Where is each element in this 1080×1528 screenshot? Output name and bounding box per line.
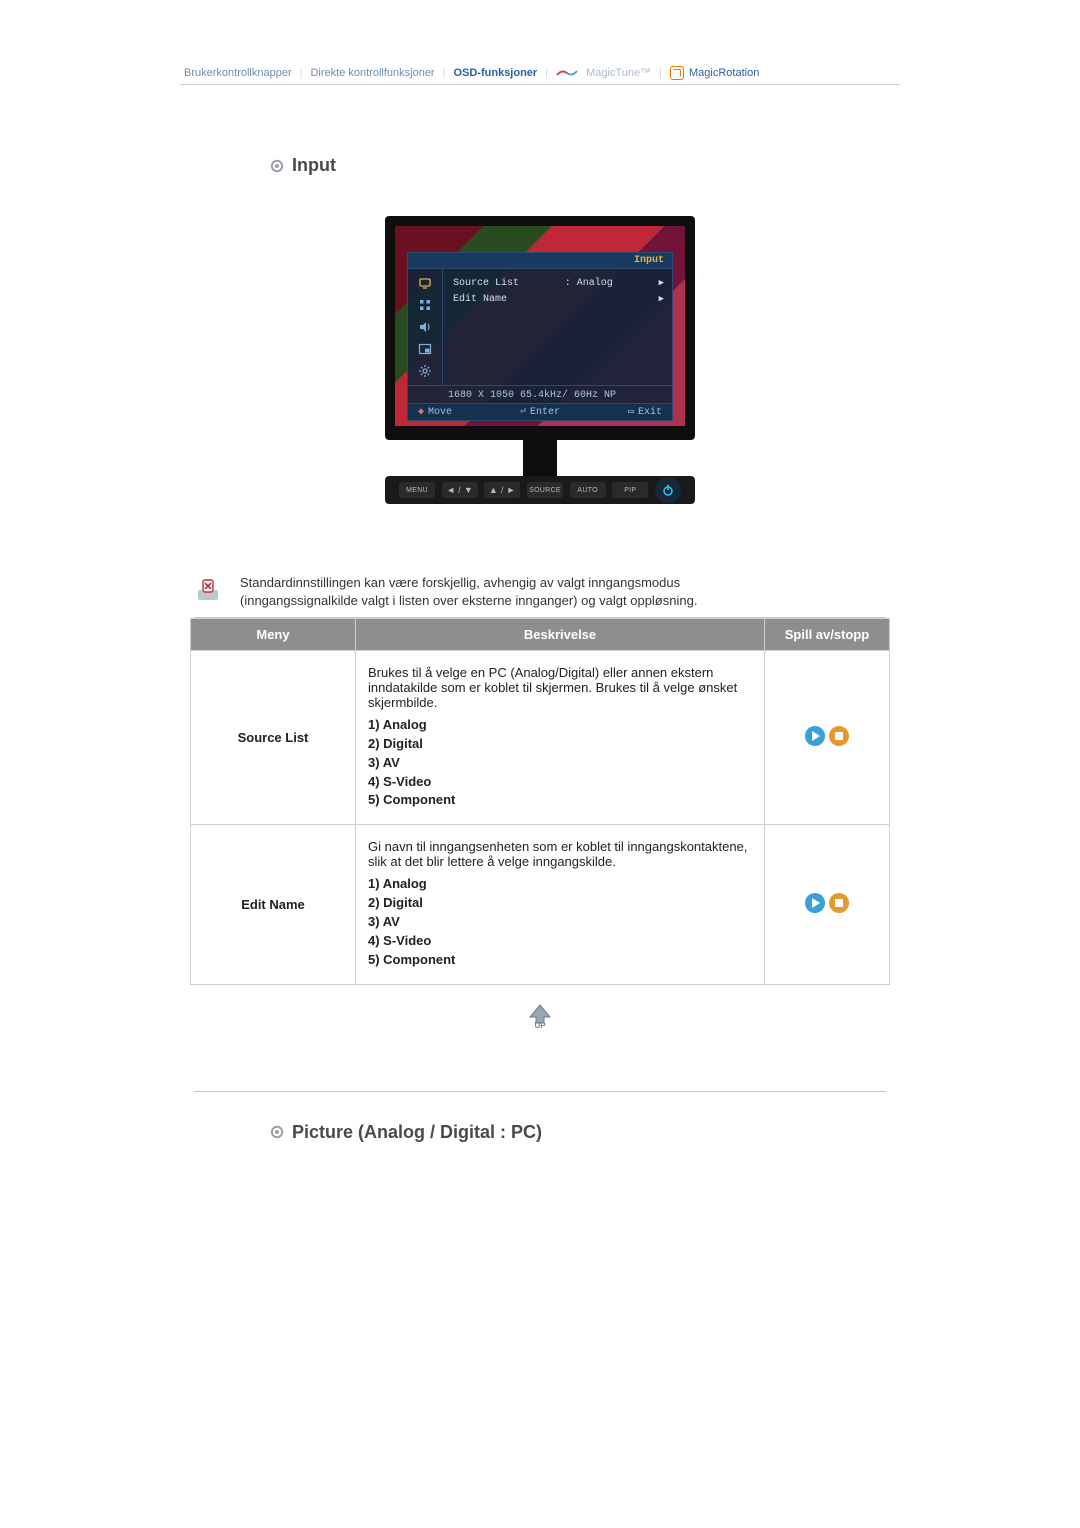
up-arrow-icon[interactable]: UP <box>520 1003 560 1031</box>
osd-footer-enter: Enter <box>530 407 560 418</box>
note-line2: (inngangssignalkilde valgt i listen over… <box>240 593 697 608</box>
osd-icon-sound <box>417 319 433 335</box>
monitor-btn-pip[interactable]: PIP <box>612 482 648 498</box>
note-line1: Standardinnstillingen kan være forskjell… <box>240 575 680 590</box>
power-icon <box>661 483 675 497</box>
stop-button[interactable] <box>828 725 850 747</box>
play-button[interactable] <box>804 892 826 914</box>
osd-footer-move: Move <box>428 407 452 418</box>
osd-icon-setup <box>417 363 433 379</box>
row-description: Brukes til å velge en PC (Analog/Digital… <box>356 651 765 825</box>
tab-direct-controls[interactable]: Direkte kontrollfunksjoner <box>310 67 434 79</box>
tab-user-controls[interactable]: Brukerkontrollknapper <box>184 67 292 79</box>
tab-magicrotation[interactable]: MagicRotation <box>689 67 759 79</box>
section-heading-input: Input <box>270 155 890 176</box>
osd-row-source-list: Source List : Analog ▶ <box>453 275 664 291</box>
monitor-btn-source[interactable]: SOURCE <box>527 482 563 498</box>
section-heading-picture: Picture (Analog / Digital : PC) <box>270 1122 890 1143</box>
top-tabbar: Brukerkontrollknapper | Direkte kontroll… <box>180 60 900 85</box>
separator-icon: | <box>443 67 446 79</box>
monitor-btn-left-down[interactable]: ◄ / ▼ <box>442 482 478 498</box>
separator-icon: | <box>545 67 548 79</box>
osd-panel: Input <box>407 252 673 421</box>
exit-icon: ▭ <box>628 406 634 418</box>
osd-title: Input <box>408 253 672 269</box>
magicrotation-logo-icon <box>670 66 684 80</box>
monitor-btn-menu[interactable]: MENU <box>399 482 435 498</box>
section-title: Picture (Analog / Digital : PC) <box>292 1122 542 1143</box>
th-menu: Meny <box>191 619 356 651</box>
note-icon <box>194 576 222 604</box>
stop-button[interactable] <box>828 892 850 914</box>
triangle-right-icon: ▶ <box>659 294 664 304</box>
play-button[interactable] <box>804 725 826 747</box>
section-divider <box>194 1091 886 1092</box>
bullet-icon <box>270 159 284 173</box>
row-play-controls <box>765 651 890 825</box>
triangle-right-icon: ▶ <box>659 278 664 288</box>
bullet-icon <box>270 1125 284 1139</box>
osd-icon-input <box>417 275 433 291</box>
osd-icon-pip <box>417 341 433 357</box>
osd-footer-exit: Exit <box>638 407 662 418</box>
row-play-controls <box>765 825 890 984</box>
th-play-stop: Spill av/stopp <box>765 619 890 651</box>
monitor-btn-auto[interactable]: AUTO <box>570 482 606 498</box>
magictune-logo-icon <box>556 68 578 78</box>
row-description: Gi navn til inngangsenheten som er koble… <box>356 825 765 984</box>
enter-icon: ⏎ <box>520 406 526 418</box>
th-description: Beskrivelse <box>356 619 765 651</box>
monitor-illustration: Input <box>190 216 890 504</box>
section-title: Input <box>292 155 336 176</box>
diamond-icon: ◆ <box>418 406 424 418</box>
monitor-btn-up-right[interactable]: ▲ / ► <box>484 482 520 498</box>
osd-icon-picture <box>417 297 433 313</box>
row-name: Edit Name <box>191 825 356 984</box>
separator-icon: | <box>659 67 662 79</box>
feature-table: Meny Beskrivelse Spill av/stopp Source L… <box>190 618 890 984</box>
row-name: Source List <box>191 651 356 825</box>
monitor-button-bar: MENU ◄ / ▼ ▲ / ► SOURCE AUTO PIP <box>385 476 695 504</box>
note-row: Standardinnstillingen kan være forskjell… <box>194 574 886 618</box>
osd-resolution-line: 1680 X 1050 65.4kHz/ 60Hz NP <box>408 385 672 403</box>
separator-icon: | <box>300 67 303 79</box>
table-row: Edit Name Gi navn til inngangsenheten so… <box>191 825 890 984</box>
tab-magictune[interactable]: MagicTune™ <box>586 67 651 79</box>
tab-osd-functions[interactable]: OSD-funksjoner <box>453 67 537 79</box>
table-row: Source List Brukes til å velge en PC (An… <box>191 651 890 825</box>
monitor-btn-power[interactable] <box>655 477 681 503</box>
osd-row-edit-name: Edit Name ▶ <box>453 291 664 307</box>
svg-text:UP: UP <box>534 1021 546 1030</box>
